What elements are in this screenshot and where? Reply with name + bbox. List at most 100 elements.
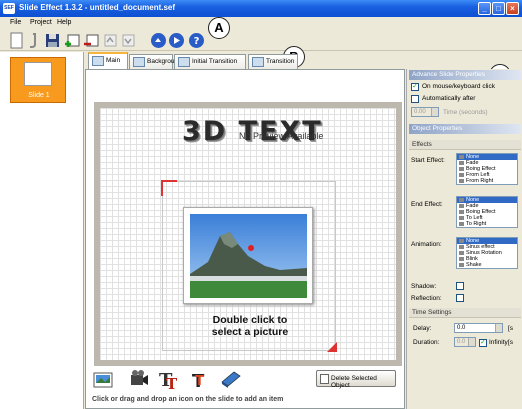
no-preview-text: No Preview Available (239, 131, 324, 141)
end-effect-list[interactable]: None Fade Boing Effect To Left To Right (456, 196, 518, 228)
time-seconds-value: 0.00 (414, 109, 426, 115)
reflection-label: Reflection: (411, 295, 442, 302)
effects-header: Effects (409, 140, 521, 150)
close-button[interactable]: × (506, 2, 519, 15)
spin-arrows-icon[interactable] (495, 324, 502, 332)
play-icon[interactable] (168, 32, 185, 49)
delay-field[interactable]: 0.0 (454, 323, 503, 333)
save-icon[interactable] (44, 32, 61, 49)
menu-help[interactable]: Help (57, 19, 71, 26)
tab-main[interactable]: Main (88, 52, 128, 69)
open-file-icon[interactable] (26, 32, 43, 49)
background-tab-icon (133, 57, 145, 67)
maximize-button[interactable]: □ (492, 2, 505, 15)
delay-value: 0.0 (457, 325, 466, 331)
help-icon[interactable]: ? (188, 32, 205, 49)
infinity-checkbox[interactable]: ✓ (479, 339, 487, 347)
play-from-start-icon[interactable] (150, 32, 167, 49)
title-bar: SEF Slide Effect 1.3.2 - untitled_docume… (0, 0, 522, 17)
delay-unit: [s (508, 325, 514, 332)
slide-editor: 3D TEXT No Preview Available Double clic… (85, 69, 405, 409)
add-3d-text-icon[interactable]: TT (190, 368, 212, 392)
delay-label: Delay: (413, 325, 432, 332)
delete-selected-object-button[interactable]: Delete Selected Object (316, 370, 396, 389)
start-effect-list[interactable]: None Fade Boing Effect From Left From Ri… (456, 153, 518, 185)
minimize-button[interactable]: _ (478, 2, 491, 15)
add-video-icon[interactable] (128, 368, 150, 390)
initial-transition-tab-icon (178, 57, 190, 67)
picture-hint: Double click to select a picture (163, 314, 337, 338)
svg-text:?: ? (194, 36, 200, 47)
infinity-label: Infinity (489, 339, 508, 346)
move-slide-down-icon[interactable] (120, 32, 137, 49)
svg-text:T: T (166, 375, 178, 390)
add-shape-icon[interactable] (220, 368, 242, 390)
item-toolbox: TT TT Delete Selected Object Click or dr… (86, 366, 406, 409)
picture-item[interactable] (183, 207, 313, 304)
tab-background[interactable]: Background (129, 54, 182, 69)
end-effect-label: End Effect: (411, 201, 443, 208)
window-title: Slide Effect 1.3.2 - untitled_document.s… (19, 3, 176, 12)
time-settings-header: Time Settings (409, 308, 521, 318)
delete-icon (320, 374, 329, 384)
main-tab-icon (92, 56, 104, 66)
time-seconds-field[interactable]: 0.00 (411, 107, 439, 117)
frame-resize-handle[interactable] (327, 342, 337, 352)
menu-bar: File Project Help (0, 17, 522, 29)
tab-transition-label: Transition (266, 58, 295, 65)
spin-arrows-icon[interactable] (468, 338, 475, 346)
list-item[interactable]: To Right (457, 221, 517, 227)
shadow-label: Shadow: (411, 283, 437, 290)
toolbar: ? (0, 29, 522, 51)
auto-after-label: Automatically after (422, 95, 476, 102)
slide-list-pane: Slide 1 (0, 52, 84, 409)
tab-bar: Main Background Initial Transition Trans… (85, 52, 405, 69)
toolbox-hint: Click or drag and drop an icon on the sl… (92, 396, 284, 403)
list-item[interactable]: Shake (457, 262, 517, 268)
animation-label: Animation: (411, 241, 442, 248)
slide-canvas[interactable]: 3D TEXT No Preview Available Double clic… (100, 108, 396, 360)
frame-corner-handle[interactable] (161, 180, 177, 196)
duration-unit: [s (508, 339, 514, 346)
mountain-photo-icon (190, 214, 307, 298)
app-icon: SEF (3, 3, 15, 14)
tab-main-label: Main (106, 57, 121, 64)
time-seconds-label: Time (seconds) (443, 109, 488, 116)
duration-value: 0.0 (457, 339, 466, 345)
remove-slide-icon[interactable] (83, 32, 100, 49)
animation-list[interactable]: None Sinus effect Sinus Rotation Blink S… (456, 237, 518, 269)
transition-tab-icon (252, 57, 264, 67)
slide-thumbnail-image (24, 62, 52, 86)
auto-after-checkbox[interactable] (411, 95, 419, 103)
duration-field[interactable]: 0.0 (454, 337, 476, 347)
slide-bounds-frame: Double click to select a picture (161, 180, 337, 352)
reflection-checkbox[interactable] (456, 294, 464, 302)
svg-text:T: T (195, 374, 204, 389)
picture-hint-line1: Double click to (212, 314, 288, 326)
add-image-icon[interactable] (92, 368, 114, 390)
add-text-icon[interactable]: TT (158, 368, 180, 393)
slide-canvas-frame: 3D TEXT No Preview Available Double clic… (94, 102, 402, 366)
add-slide-icon[interactable] (64, 32, 81, 49)
menu-project[interactable]: Project (30, 19, 52, 26)
tab-initial-transition-label: Initial Transition (192, 58, 238, 65)
start-effect-label: Start Effect: (411, 157, 445, 164)
properties-panel: Advance Slide Properties ✓ On mouse/keyb… (406, 69, 522, 409)
picture-hint-line2: select a picture (211, 326, 289, 338)
on-click-checkbox[interactable]: ✓ (411, 83, 419, 91)
tab-initial-transition[interactable]: Initial Transition (174, 54, 246, 69)
delete-button-label: Delete Selected Object (331, 375, 377, 389)
advanced-slide-properties-header: Advance Slide Properties (409, 70, 521, 80)
new-document-icon[interactable] (8, 32, 25, 49)
list-item[interactable]: From Right (457, 178, 517, 184)
slide-label: Slide 1 (28, 92, 50, 99)
tab-transition[interactable]: Transition (248, 54, 298, 69)
duration-label: Duration: (413, 339, 440, 346)
callout-a: A (208, 17, 230, 39)
move-slide-up-icon[interactable] (102, 32, 119, 49)
slide-thumbnail[interactable]: Slide 1 (10, 57, 66, 103)
menu-file[interactable]: File (10, 19, 21, 26)
object-properties-header: Object Properties (409, 124, 521, 134)
shadow-checkbox[interactable] (456, 282, 464, 290)
spin-arrows-icon[interactable] (431, 108, 438, 116)
